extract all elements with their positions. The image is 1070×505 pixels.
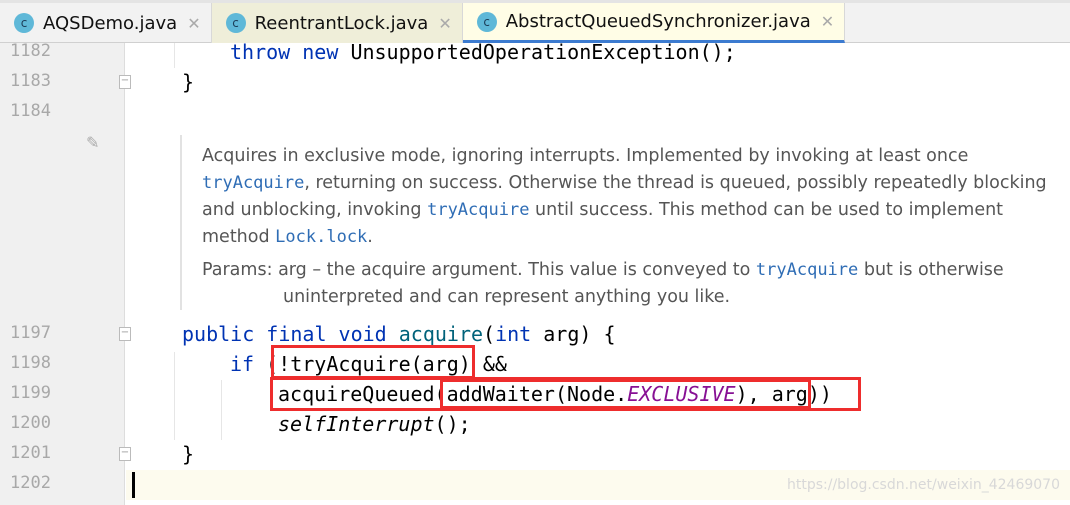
doc-link[interactable]: tryAcquire [202,173,304,193]
code-line-1182: throw new UnsupportedOperationException(… [230,40,736,64]
doc-link[interactable]: tryAcquire [756,260,858,280]
close-icon[interactable]: ✕ [187,14,200,33]
close-icon[interactable]: ✕ [438,14,451,33]
highlight-box-tryacquire [271,345,475,379]
watermark: https://blog.csdn.net/weixin_42469070 [786,477,1060,493]
highlight-box-addwaiter [440,379,811,409]
fold-icon[interactable]: − [119,327,131,341]
doc-link[interactable]: tryAcquire [427,200,529,220]
class-locked-icon: c [225,13,246,33]
class-run-icon: c [14,13,34,33]
rendered-javadoc: Acquires in exclusive mode, ignoring int… [180,135,1070,310]
fold-icon[interactable]: − [119,447,131,461]
text-caret [132,472,135,498]
line-number: 1200 [10,413,51,433]
tab-label: AbstractQueuedSynchronizer.java [505,11,811,32]
code-line-1200: selfInterrupt(); [278,412,471,436]
line-number: 1184 [10,101,51,121]
line-number: 1199 [10,383,51,403]
fold-icon[interactable]: − [119,75,131,89]
line-number: 1183 [10,71,51,91]
line-number: 1197 [10,323,51,343]
line-number: 1201 [10,443,51,463]
code-line-1197: public final void acquire(int arg) { [182,322,616,346]
line-number: 1198 [10,353,51,373]
line-number: 1202 [10,473,51,493]
tab-label: AQSDemo.java [43,12,178,34]
doc-link[interactable]: Lock.lock [275,227,367,247]
line-number: 1182 [10,41,51,61]
class-locked-icon: c [476,11,497,32]
close-icon[interactable]: ✕ [821,12,834,31]
tab-abstractqueuedsynchronizer[interactable]: c AbstractQueuedSynchronizer.java ✕ [462,3,846,43]
tab-aqsdemo[interactable]: c AQSDemo.java ✕ [0,3,212,43]
editor-tab-bar: c AQSDemo.java ✕ c ReentrantLock.java ✕ c Abs… [0,0,1070,43]
code-line-1183: } [182,70,195,94]
edit-doc-pencil-icon[interactable]: ✎ [86,133,99,152]
code-line-1201: } [182,442,195,466]
tab-label: ReentrantLock.java [254,12,429,34]
tab-reentrantlock[interactable]: c ReentrantLock.java ✕ [211,3,463,43]
